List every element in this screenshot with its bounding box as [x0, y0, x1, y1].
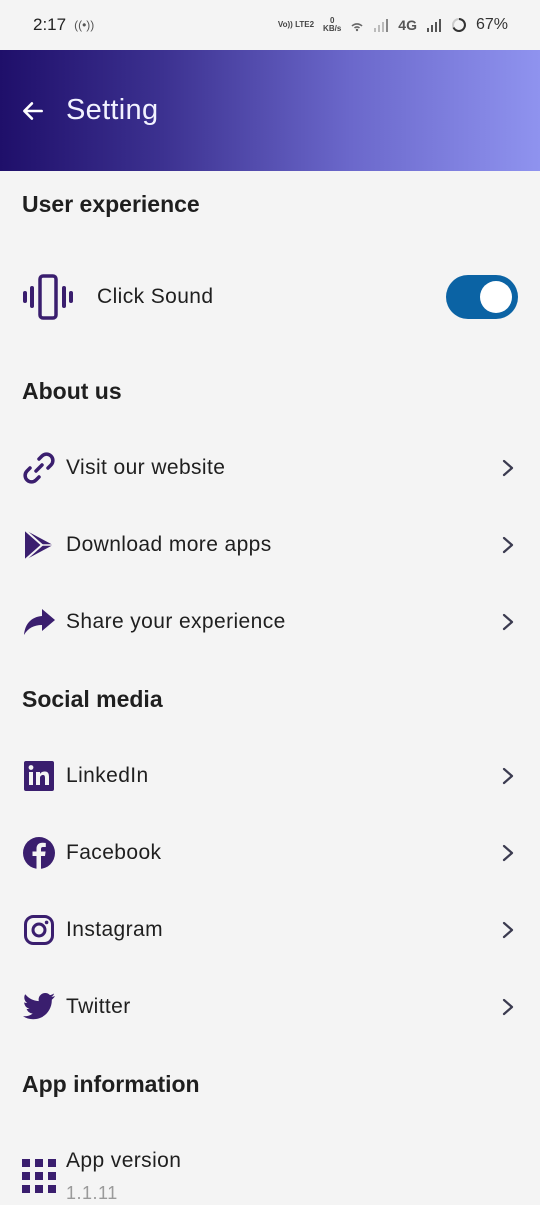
section-title-social-media: Social media: [22, 686, 163, 712]
hotspot-icon: ((•)): [74, 18, 95, 32]
social-item-facebook[interactable]: Facebook: [0, 823, 540, 883]
app-version-value: 1.1.11: [66, 1183, 118, 1203]
vibration-icon: [22, 274, 74, 320]
chevron-right-icon: [502, 998, 514, 1016]
click-sound-row: Click Sound: [0, 267, 540, 327]
click-sound-toggle[interactable]: [446, 275, 518, 319]
section-title-about-us: About us: [22, 378, 122, 404]
share-icon: [22, 605, 56, 639]
back-arrow-icon[interactable]: [20, 98, 46, 124]
toggle-knob: [480, 281, 512, 313]
twitter-icon: [22, 990, 56, 1024]
play-store-icon: [22, 528, 56, 562]
about-item-label: Download more apps: [66, 533, 272, 556]
apps-grid-icon: [22, 1159, 56, 1193]
status-bar: 2:17 ((•)) Vo)) LTE2 0 KB/s 4G 67%: [0, 0, 540, 50]
social-item-label: Facebook: [66, 841, 162, 864]
volte-indicator: Vo)) LTE2: [277, 20, 315, 29]
social-item-label: Instagram: [66, 918, 163, 941]
chevron-right-icon: [502, 921, 514, 939]
section-title-user-experience: User experience: [22, 191, 200, 217]
section-title-app-information: App information: [22, 1071, 200, 1097]
app-bar: Setting: [0, 50, 540, 171]
linkedin-icon: [22, 759, 56, 793]
chevron-right-icon: [502, 844, 514, 862]
instagram-icon: [22, 913, 56, 947]
social-item-linkedin[interactable]: LinkedIn: [0, 746, 540, 806]
battery-ring-icon: [451, 18, 466, 32]
social-item-label: Twitter: [66, 995, 131, 1018]
about-item-label: Share your experience: [66, 610, 286, 633]
about-item-share-experience[interactable]: Share your experience: [0, 592, 540, 652]
social-item-instagram[interactable]: Instagram: [0, 900, 540, 960]
battery-percent: 67%: [475, 16, 508, 33]
chevron-right-icon: [502, 536, 514, 554]
status-time: 2:17: [33, 15, 67, 34]
signal-icon-1: [374, 19, 389, 32]
click-sound-label: Click Sound: [97, 285, 214, 308]
chevron-right-icon: [502, 767, 514, 785]
about-item-label: Visit our website: [66, 456, 226, 479]
network-type: 4G: [398, 17, 417, 33]
about-item-download-apps[interactable]: Download more apps: [0, 515, 540, 575]
facebook-icon: [22, 836, 56, 870]
chevron-right-icon: [502, 613, 514, 631]
about-item-visit-website[interactable]: Visit our website: [0, 438, 540, 498]
page-title: Setting: [66, 94, 159, 126]
wifi-icon: [351, 23, 363, 32]
social-item-twitter[interactable]: Twitter: [0, 977, 540, 1037]
chevron-right-icon: [502, 459, 514, 477]
signal-icon-2: [426, 19, 441, 32]
app-version-row: App version 1.1.11: [0, 1141, 540, 1205]
app-version-label: App version: [66, 1149, 182, 1172]
link-icon: [22, 451, 56, 485]
social-item-label: LinkedIn: [66, 764, 149, 787]
network-speed: 0 KB/s: [323, 16, 342, 33]
